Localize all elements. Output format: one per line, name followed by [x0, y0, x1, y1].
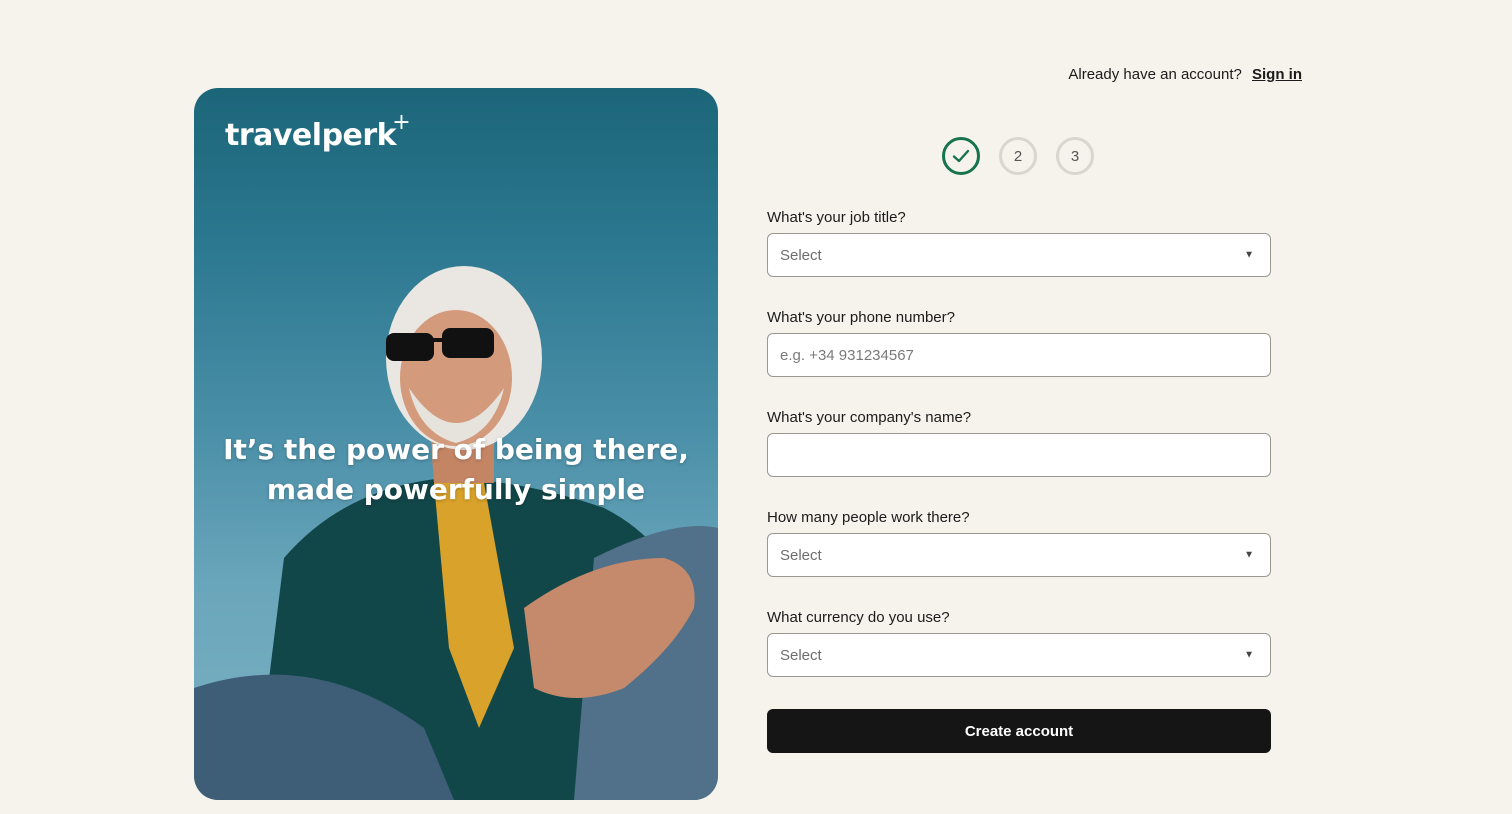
phone-label: What's your phone number? [767, 309, 955, 326]
currency-select[interactable]: Select ▼ [767, 633, 1271, 677]
job-title-label: What's your job title? [767, 209, 906, 226]
progress-stepper: 2 3 [942, 137, 1094, 175]
create-account-button[interactable]: Create account [767, 709, 1271, 753]
currency-label: What currency do you use? [767, 609, 950, 626]
company-input[interactable] [780, 434, 1258, 476]
company-input-wrapper [767, 433, 1271, 477]
employees-field: How many people work there? Select ▼ [767, 509, 1271, 577]
employees-value: Select [780, 546, 822, 564]
signup-form: What's your job title? Select ▼ What's y… [767, 209, 1271, 710]
signin-row: Already have an account? Sign in [1068, 66, 1302, 83]
currency-field: What currency do you use? Select ▼ [767, 609, 1271, 677]
dropdown-caret-icon: ▼ [1244, 649, 1254, 661]
hero-card: travelperk + It’s the power of being ther… [194, 88, 718, 800]
phone-input-wrapper [767, 333, 1271, 377]
check-icon [952, 149, 970, 163]
signin-prompt: Already have an account? [1068, 66, 1242, 83]
employees-label: How many people work there? [767, 509, 970, 526]
tagline-line-1: It’s the power of being there, [223, 433, 689, 466]
step-1-complete [942, 137, 980, 175]
step-2: 2 [999, 137, 1037, 175]
employees-select[interactable]: Select ▼ [767, 533, 1271, 577]
signin-link[interactable]: Sign in [1252, 66, 1302, 83]
step-3: 3 [1056, 137, 1094, 175]
tagline-line-2: made powerfully simple [266, 473, 646, 506]
dropdown-caret-icon: ▼ [1244, 549, 1254, 561]
job-title-select[interactable]: Select ▼ [767, 233, 1271, 277]
hero-tagline: It’s the power of being there, made powe… [194, 430, 718, 510]
phone-input[interactable] [780, 334, 1258, 376]
dropdown-caret-icon: ▼ [1244, 249, 1254, 261]
travelperk-logo: travelperk + [225, 110, 411, 153]
company-label: What's your company's name? [767, 409, 972, 426]
job-title-field: What's your job title? Select ▼ [767, 209, 1271, 277]
currency-value: Select [780, 646, 822, 664]
job-title-value: Select [780, 246, 822, 264]
company-field: What's your company's name? [767, 409, 1271, 477]
phone-field: What's your phone number? [767, 309, 1271, 377]
